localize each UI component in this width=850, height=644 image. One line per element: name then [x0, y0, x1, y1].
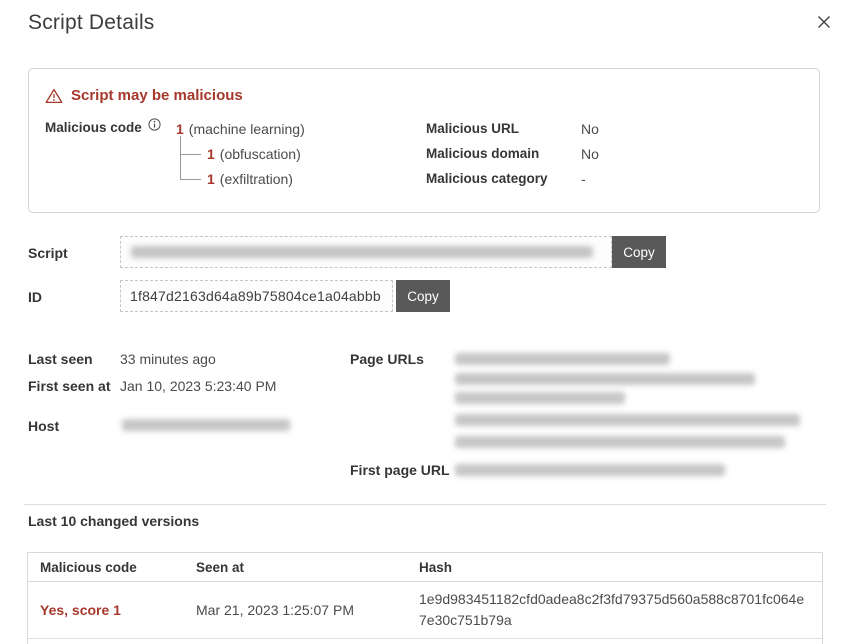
dialog-title: Script Details — [28, 11, 155, 35]
page-url-redacted — [455, 392, 625, 404]
malicious-code-label-row: Malicious code — [45, 120, 161, 135]
versions-table: Malicious code Seen at Hash Yes, score 1… — [27, 552, 823, 644]
page-url-redacted — [455, 353, 670, 365]
id-value-field: 1f847d2163d64a89b75804ce1a04abbb — [120, 280, 393, 312]
malicious-category-label: Malicious category — [426, 171, 548, 186]
column-header-hash: Hash — [419, 560, 822, 575]
first-seen-label: First seen at — [28, 378, 110, 394]
code-tree-child: 1 (exfiltration) — [207, 171, 293, 187]
malicious-domain-label: Malicious domain — [426, 146, 539, 161]
page-url-redacted — [455, 436, 785, 448]
malicious-url-label: Malicious URL — [426, 121, 519, 136]
info-icon[interactable] — [148, 118, 161, 131]
tree-child-count: 1 — [207, 171, 215, 187]
malicious-domain-value: No — [581, 146, 599, 162]
cell-malicious-code: Yes, score 1 — [28, 602, 196, 618]
column-header-malicious-code: Malicious code — [28, 560, 196, 575]
versions-heading: Last 10 changed versions — [28, 513, 199, 529]
section-divider — [24, 504, 826, 505]
host-value-redacted — [122, 419, 290, 431]
script-value-redacted — [131, 246, 593, 258]
page-url-redacted — [455, 373, 755, 385]
tree-child-label: (obfuscation) — [220, 146, 301, 162]
first-page-url-redacted — [455, 464, 725, 476]
code-tree-root: 1 (machine learning) — [176, 121, 305, 137]
last-seen-value: 33 minutes ago — [120, 351, 216, 367]
warning-triangle-icon — [45, 88, 63, 104]
tree-connector-branch — [180, 179, 201, 180]
page-url-redacted — [455, 414, 800, 426]
tree-connector-branch — [180, 154, 201, 155]
cell-hash: 1e9d983451182cfd0adea8c2f3fd79375d560a58… — [419, 589, 822, 631]
script-copy-button[interactable]: Copy — [612, 236, 666, 268]
last-seen-label: Last seen — [28, 351, 93, 367]
column-header-seen-at: Seen at — [196, 560, 419, 575]
page-urls-label: Page URLs — [350, 351, 424, 367]
warning-heading-row: Script may be malicious — [45, 87, 243, 104]
table-header-row: Malicious code Seen at Hash — [28, 553, 822, 582]
code-tree-child: 1 (obfuscation) — [207, 146, 301, 162]
tree-root-count: 1 — [176, 121, 184, 137]
close-button[interactable] — [812, 10, 836, 34]
host-label: Host — [28, 418, 59, 434]
first-seen-value: Jan 10, 2023 5:23:40 PM — [120, 378, 276, 394]
id-copy-button[interactable]: Copy — [396, 280, 450, 312]
malicious-code-label: Malicious code — [45, 120, 142, 135]
cell-seen-at: Mar 21, 2023 1:25:07 PM — [196, 602, 419, 618]
tree-child-count: 1 — [207, 146, 215, 162]
id-value: 1f847d2163d64a89b75804ce1a04abbb — [121, 281, 392, 311]
malicious-warning-panel: Script may be malicious Malicious code 1… — [28, 68, 820, 213]
id-label: ID — [28, 289, 42, 305]
close-icon — [815, 13, 833, 31]
tree-root-label: (machine learning) — [189, 121, 305, 137]
script-details-dialog: Script Details Script may be malicious M… — [0, 0, 850, 644]
script-label: Script — [28, 245, 68, 261]
first-page-url-label: First page URL — [350, 462, 450, 478]
malicious-category-value: - — [581, 171, 586, 187]
malicious-url-value: No — [581, 121, 599, 137]
tree-connector-vertical — [180, 136, 181, 180]
tree-child-label: (exfiltration) — [220, 171, 293, 187]
table-row: Yes, score 1 Mar 21, 2023 1:25:07 PM 1e9… — [28, 582, 822, 639]
table-row — [28, 639, 822, 644]
script-value-field — [120, 236, 612, 268]
warning-heading: Script may be malicious — [71, 87, 243, 104]
